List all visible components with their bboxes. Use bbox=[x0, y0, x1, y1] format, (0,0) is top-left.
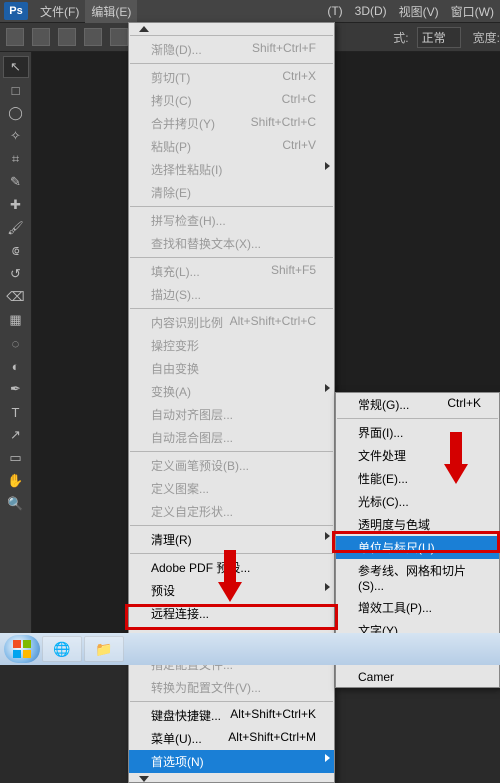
menu-cut[interactable]: 剪切(T)Ctrl+X bbox=[129, 66, 334, 89]
menu-t[interactable]: (T) bbox=[321, 1, 348, 21]
menu-fade[interactable]: 渐隐(D)...Shift+Ctrl+F bbox=[129, 38, 334, 61]
tool-lasso[interactable]: ◯ bbox=[3, 102, 29, 124]
menu-stroke[interactable]: 描边(S)... bbox=[129, 283, 334, 306]
pref-cursors[interactable]: 光标(C)... bbox=[336, 490, 499, 513]
menu-menus[interactable]: 菜单(U)...Alt+Shift+Ctrl+M bbox=[129, 727, 334, 750]
opt-icon-3[interactable] bbox=[84, 28, 102, 46]
menu-spell[interactable]: 拼写检查(H)... bbox=[129, 209, 334, 232]
tool-gradient[interactable]: ▦ bbox=[3, 309, 29, 331]
scroll-up-icon[interactable] bbox=[139, 26, 149, 32]
menu-shortcuts[interactable]: 键盘快捷键...Alt+Shift+Ctrl+K bbox=[129, 704, 334, 727]
annotation-arrow-1 bbox=[210, 548, 250, 604]
menu-paste[interactable]: 粘贴(P)Ctrl+V bbox=[129, 135, 334, 158]
tool-zoom[interactable]: 🔍 bbox=[3, 493, 29, 515]
menu-paste-special[interactable]: 选择性粘贴(I) bbox=[129, 158, 334, 181]
opt-icon-1[interactable] bbox=[32, 28, 50, 46]
menubar: Ps 文件(F) 编辑(E) (T) 3D(D) 视图(V) 窗口(W) bbox=[0, 0, 500, 22]
menu-window[interactable]: 窗口(W) bbox=[445, 0, 500, 23]
tool-marquee[interactable]: □ bbox=[3, 79, 29, 101]
menu-puppet[interactable]: 操控变形 bbox=[129, 334, 334, 357]
tools-panel: ↖ □ ◯ ✧ ⌗ ✎ ✚ 🖌 ⟃ ↺ ⌫ ▦ ◌ ◐ ✒ T ↗ ▭ ✋ 🔍 bbox=[0, 52, 32, 633]
mode-select[interactable]: 正常 bbox=[417, 27, 461, 48]
taskbar: 🌐 📁 bbox=[0, 633, 500, 665]
annotation-box-units bbox=[332, 531, 500, 553]
scroll-down-icon[interactable] bbox=[139, 776, 149, 782]
opt-icon-4[interactable] bbox=[110, 28, 128, 46]
menu-find[interactable]: 查找和替换文本(X)... bbox=[129, 232, 334, 255]
opt-icon-2[interactable] bbox=[58, 28, 76, 46]
tool-dodge[interactable]: ◐ bbox=[3, 355, 29, 377]
mode-label: 式: bbox=[393, 29, 408, 46]
annotation-box-prefs bbox=[125, 604, 338, 630]
tool-preset-icon[interactable] bbox=[6, 28, 24, 46]
width-label: 宽度: bbox=[473, 29, 500, 46]
menu-transform[interactable]: 变换(A) bbox=[129, 380, 334, 403]
tool-type[interactable]: T bbox=[3, 401, 29, 423]
tool-pen[interactable]: ✒ bbox=[3, 378, 29, 400]
tool-blur[interactable]: ◌ bbox=[3, 332, 29, 354]
tool-history[interactable]: ↺ bbox=[3, 263, 29, 285]
menu-auto-blend[interactable]: 自动混合图层... bbox=[129, 426, 334, 449]
tool-eraser[interactable]: ⌫ bbox=[3, 286, 29, 308]
tool-move[interactable]: ↖ bbox=[3, 56, 29, 78]
menu-copy-merged[interactable]: 合并拷贝(Y)Shift+Ctrl+C bbox=[129, 112, 334, 135]
pref-plugins[interactable]: 增效工具(P)... bbox=[336, 596, 499, 619]
menu-fill[interactable]: 填充(L)...Shift+F5 bbox=[129, 260, 334, 283]
tool-heal[interactable]: ✚ bbox=[3, 194, 29, 216]
tool-eyedropper[interactable]: ✎ bbox=[3, 171, 29, 193]
pref-camera[interactable]: Camer bbox=[336, 667, 499, 687]
tool-stamp[interactable]: ⟃ bbox=[3, 240, 29, 262]
menu-free[interactable]: 自由变换 bbox=[129, 357, 334, 380]
tool-crop[interactable]: ⌗ bbox=[3, 148, 29, 170]
menu-clear[interactable]: 清除(E) bbox=[129, 181, 334, 204]
menu-content-scale[interactable]: 内容识别比例Alt+Shift+Ctrl+C bbox=[129, 311, 334, 334]
menu-convert-profile[interactable]: 转换为配置文件(V)... bbox=[129, 676, 334, 699]
pref-general[interactable]: 常规(G)...Ctrl+K bbox=[336, 393, 499, 416]
app-logo: Ps bbox=[4, 2, 28, 20]
menu-preferences[interactable]: 首选项(N) bbox=[129, 750, 334, 773]
edit-menu-dropdown: 渐隐(D)...Shift+Ctrl+F 剪切(T)Ctrl+X 拷贝(C)Ct… bbox=[128, 22, 335, 783]
menu-custom-shape[interactable]: 定义自定形状... bbox=[129, 500, 334, 523]
tool-wand[interactable]: ✧ bbox=[3, 125, 29, 147]
menu-copy[interactable]: 拷贝(C)Ctrl+C bbox=[129, 89, 334, 112]
menu-brush-preset[interactable]: 定义画笔预设(B)... bbox=[129, 454, 334, 477]
tool-hand[interactable]: ✋ bbox=[3, 470, 29, 492]
tool-shape[interactable]: ▭ bbox=[3, 447, 29, 469]
menu-3d[interactable]: 3D(D) bbox=[349, 1, 393, 21]
menu-view[interactable]: 视图(V) bbox=[393, 0, 445, 23]
menu-auto-align[interactable]: 自动对齐图层... bbox=[129, 403, 334, 426]
start-button[interactable] bbox=[4, 635, 40, 663]
menu-edit[interactable]: 编辑(E) bbox=[85, 0, 137, 23]
tool-brush[interactable]: 🖌 bbox=[3, 217, 29, 239]
tool-path[interactable]: ↗ bbox=[3, 424, 29, 446]
taskbar-explorer[interactable]: 📁 bbox=[84, 636, 124, 662]
taskbar-ie[interactable]: 🌐 bbox=[42, 636, 82, 662]
menu-file[interactable]: 文件(F) bbox=[34, 0, 85, 23]
annotation-arrow-2 bbox=[436, 430, 476, 486]
pref-guides[interactable]: 参考线、网格和切片(S)... bbox=[336, 559, 499, 596]
menu-pattern[interactable]: 定义图案... bbox=[129, 477, 334, 500]
